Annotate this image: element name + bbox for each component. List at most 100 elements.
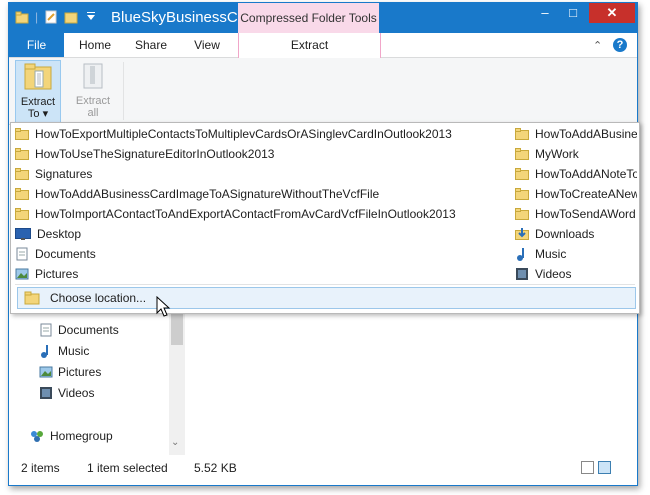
pictures-icon [15, 267, 29, 281]
customize-toolbar-icon[interactable] [84, 10, 98, 24]
folder-icon [15, 168, 29, 180]
dropdown-item[interactable]: HowToAddABusine [515, 125, 637, 143]
dropdown-item[interactable]: MyWork [515, 145, 637, 163]
dropdown-item[interactable]: Signatures [15, 165, 509, 183]
nav-item-music[interactable]: Music [39, 344, 89, 358]
help-icon[interactable]: ? [613, 38, 627, 52]
nav-item-label: Pictures [58, 365, 102, 379]
extract-to-button[interactable]: Extract To ▾ [15, 60, 61, 124]
toolbar-divider: | [35, 10, 39, 24]
dropdown-item-label: Videos [535, 267, 572, 281]
dropdown-item-label: Music [535, 247, 567, 261]
dropdown-item[interactable]: Pictures [15, 265, 509, 283]
nav-item-label: Videos [58, 386, 95, 400]
choose-location-label: Choose location... [50, 291, 147, 305]
status-size: 5.52 KB [194, 461, 237, 475]
ribbon-tabs: File Home Share View Extract ⌃ ? [9, 33, 637, 58]
window-title: BlueSkyBusinessC... [111, 9, 251, 26]
tab-view[interactable]: View [179, 33, 235, 57]
choose-location-item[interactable]: Choose location... [17, 287, 636, 309]
desktop-icon [15, 228, 31, 240]
dropdown-item-label: HowToAddANoteTo [535, 167, 637, 181]
nav-item-videos[interactable]: Videos [39, 386, 94, 400]
mouse-cursor-icon [156, 296, 171, 317]
downloads-icon [515, 227, 529, 241]
maximize-button[interactable]: □ [559, 3, 587, 23]
nav-item-documents[interactable]: Documents [39, 323, 119, 337]
dropdown-item[interactable]: HowToCreateANew [515, 185, 637, 203]
details-view-icon[interactable] [581, 461, 594, 474]
dropdown-item-label: Documents [35, 247, 96, 261]
nav-homegroup[interactable]: Homegroup [29, 429, 113, 443]
dropdown-item-label: Downloads [535, 227, 595, 241]
tab-extract[interactable]: Extract [238, 33, 381, 58]
dropdown-item[interactable]: HowToExportMultipleContactsToMultiplevCa… [15, 125, 509, 143]
nav-item-label: Music [58, 344, 90, 358]
close-button[interactable]: ✕ [589, 3, 635, 23]
pictures-icon [39, 366, 53, 378]
new-folder-icon[interactable] [64, 10, 78, 24]
dropdown-item[interactable]: HowToUseTheSignatureEditorInOutlook2013 [15, 145, 509, 163]
extract-to-label-2: To ▾ [27, 108, 49, 120]
folder-icon [515, 208, 529, 220]
quick-access-toolbar: | [15, 10, 98, 24]
status-bar: 2 items 1 item selected 5.52 KB [9, 455, 637, 485]
music-icon [41, 345, 48, 358]
folder-icon [15, 128, 29, 140]
folder-app-icon[interactable] [15, 10, 29, 24]
dropdown-item[interactable]: HowToAddABusinessCardImageToASignatureWi… [15, 185, 509, 203]
music-icon [515, 247, 529, 261]
videos-icon [515, 267, 529, 281]
dropdown-item-label: HowToImportAContactToAndExportAContactFr… [35, 207, 456, 221]
dropdown-item[interactable]: Desktop [15, 225, 509, 243]
extract-to-dropdown: HowToExportMultipleContactsToMultiplevCa… [10, 122, 640, 314]
properties-icon[interactable] [44, 10, 58, 24]
nav-homegroup-label: Homegroup [50, 429, 113, 443]
ribbon-panel: Extract To ▾ Extract all [9, 58, 637, 125]
dropdown-item-label: MyWork [535, 147, 579, 161]
nav-item-label: Documents [58, 323, 119, 337]
folder-icon [515, 188, 529, 200]
extract-all-label-2: all [87, 107, 99, 119]
extract-to-icon [24, 63, 52, 90]
extract-to-label-1: Extract [20, 96, 56, 108]
dropdown-item[interactable]: HowToAddANoteTo [515, 165, 637, 183]
scroll-down-icon[interactable]: ⌄ [171, 437, 179, 448]
documents-icon [40, 323, 52, 337]
dropdown-item-label: HowToAddABusinessCardImageToASignatureWi… [35, 187, 380, 201]
collapse-ribbon-icon[interactable]: ⌃ [593, 39, 602, 52]
folder-icon [15, 148, 29, 160]
dropdown-item-label: HowToCreateANew [535, 187, 637, 201]
dropdown-item[interactable]: Videos [515, 265, 637, 283]
dropdown-item[interactable]: Downloads [515, 225, 637, 243]
dropdown-item-label: HowToUseTheSignatureEditorInOutlook2013 [35, 147, 275, 161]
folder-icon [515, 128, 529, 140]
dropdown-item-label: Pictures [35, 267, 79, 281]
dropdown-item-label: Signatures [35, 167, 93, 181]
dropdown-item-label: HowToSendAWord [535, 207, 636, 221]
view-switcher [581, 461, 611, 474]
dropdown-separator [15, 284, 635, 285]
tab-home[interactable]: Home [67, 33, 123, 57]
folder-icon [15, 188, 29, 200]
dropdown-item-label: HowToAddABusine [535, 127, 637, 141]
dropdown-item[interactable]: Music [515, 245, 637, 263]
large-icons-view-icon[interactable] [598, 461, 611, 474]
dropdown-item[interactable]: HowToSendAWord [515, 205, 637, 223]
tab-file[interactable]: File [9, 33, 64, 57]
folder-icon [515, 148, 529, 160]
minimize-button[interactable]: – [531, 3, 559, 23]
documents-icon [15, 247, 29, 261]
extract-all-icon [83, 63, 103, 89]
folder-icon [15, 208, 29, 220]
title-bar: | BlueSkyBusinessC... Compressed Folder … [9, 3, 637, 33]
tab-share[interactable]: Share [123, 33, 179, 57]
dropdown-item[interactable]: Documents [15, 245, 509, 263]
status-selection: 1 item selected [87, 461, 168, 475]
nav-item-pictures[interactable]: Pictures [39, 365, 101, 379]
folder-icon [24, 291, 40, 305]
status-item-count: 2 items [21, 461, 60, 475]
extract-all-label-1: Extract [75, 95, 111, 107]
extract-all-button[interactable]: Extract all [71, 60, 115, 122]
dropdown-item[interactable]: HowToImportAContactToAndExportAContactFr… [15, 205, 509, 223]
